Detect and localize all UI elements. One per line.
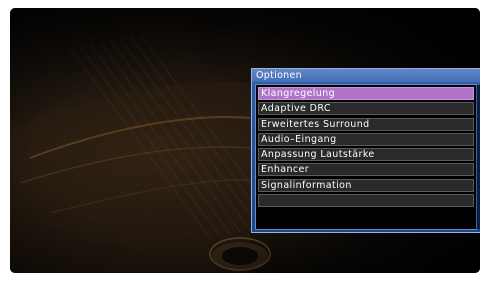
tv-screen: Optionen Klangregelung Adaptive DRC Erwe… [10, 8, 480, 273]
menu-title: Optionen [252, 69, 480, 82]
display-frame: Optionen Klangregelung Adaptive DRC Erwe… [0, 0, 491, 281]
menu-item-enhancer[interactable]: Enhancer [258, 163, 474, 177]
menu-item-klangregelung[interactable]: Klangregelung [258, 87, 474, 100]
menu-item-audio-eingang[interactable]: Audio–Eingang [258, 132, 474, 146]
menu-scrollbar[interactable] [476, 85, 480, 229]
menu-item-empty[interactable] [258, 194, 474, 208]
menu-item-anpassung-lautstaerke[interactable]: Anpassung Lautstärke [258, 148, 474, 162]
menu-item-erweitertes-surround[interactable]: Erweitertes Surround [258, 117, 474, 131]
options-menu: Optionen Klangregelung Adaptive DRC Erwe… [251, 68, 480, 233]
menu-list: Klangregelung Adaptive DRC Erweitertes S… [255, 84, 477, 230]
menu-item-signalinformation[interactable]: Signalinformation [258, 178, 474, 192]
menu-item-adaptive-drc[interactable]: Adaptive DRC [258, 102, 474, 116]
